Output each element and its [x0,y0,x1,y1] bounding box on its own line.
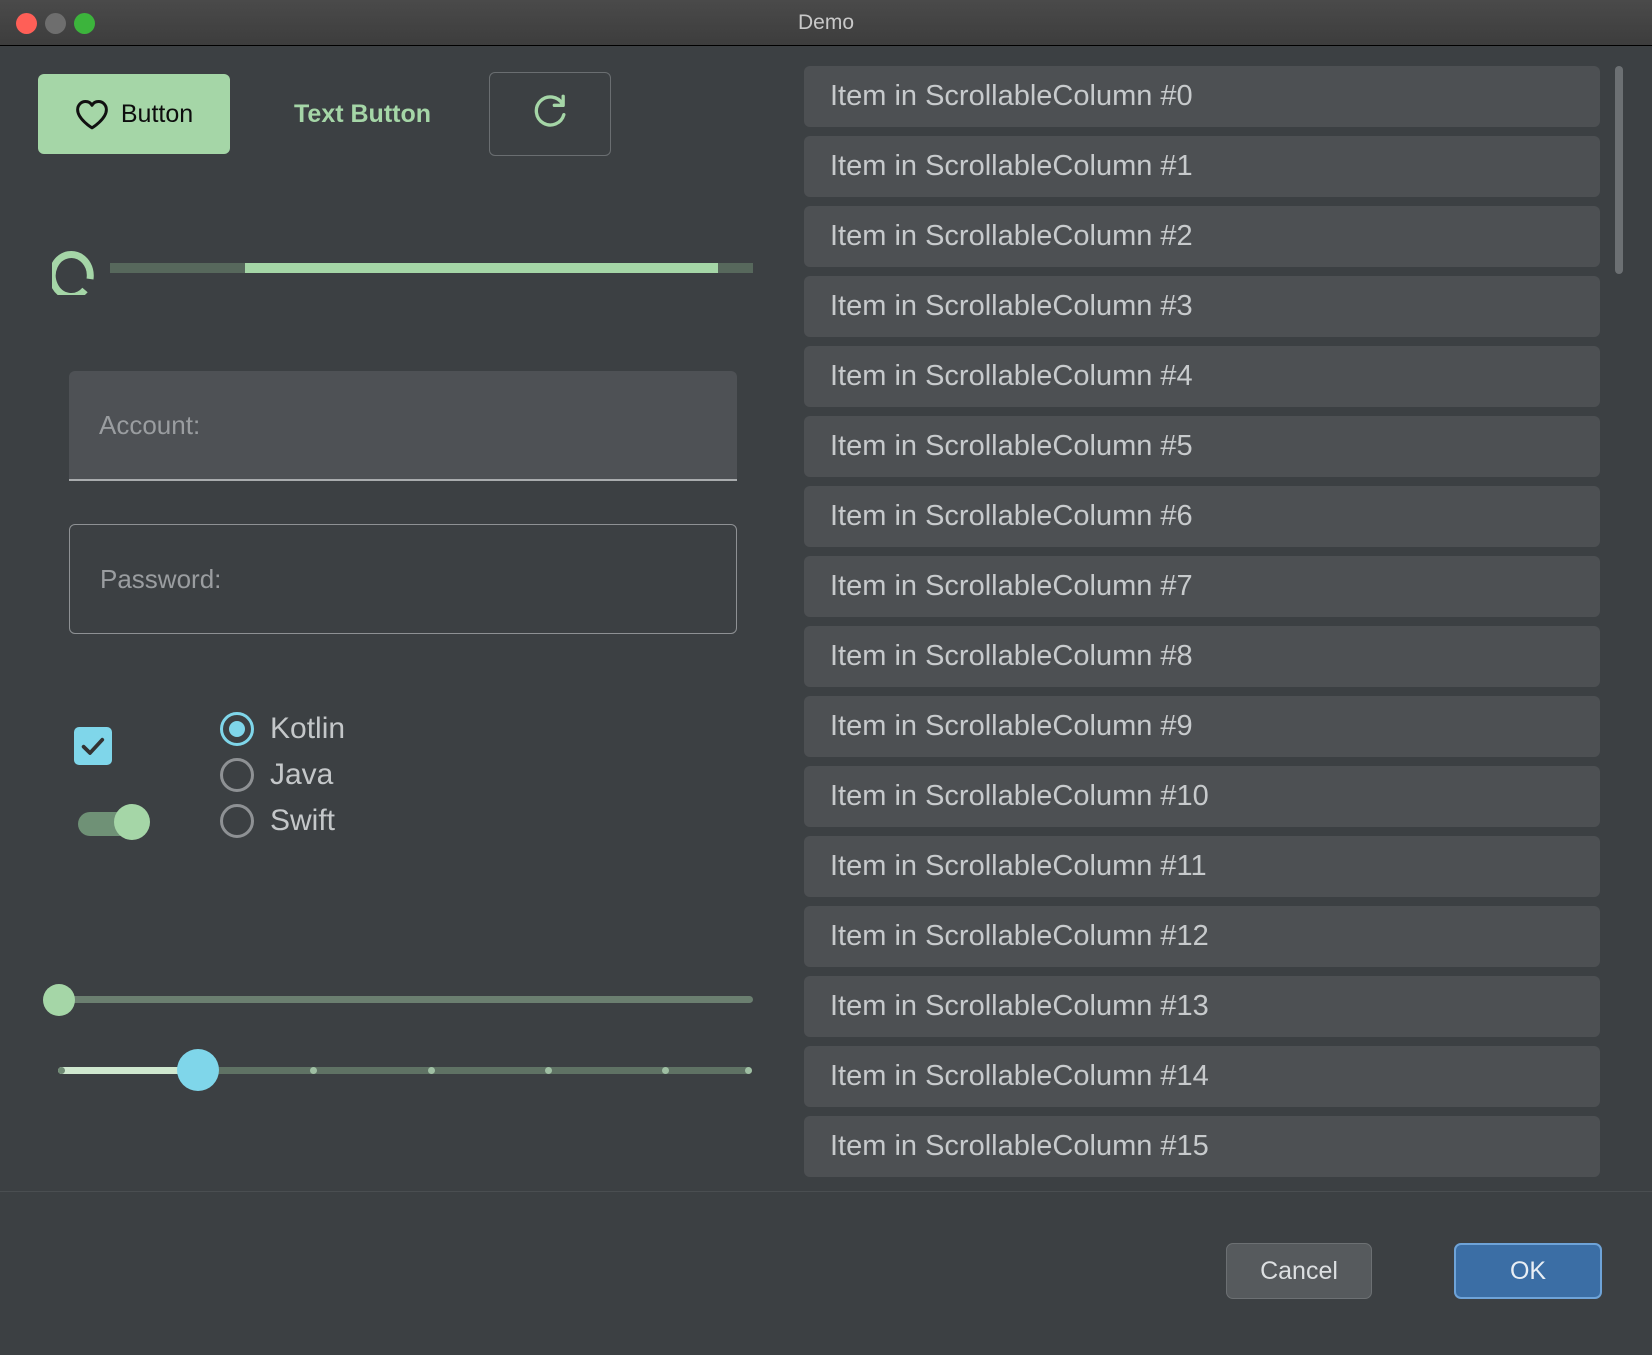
account-input[interactable] [69,371,737,481]
radio-swift-indicator [220,804,254,838]
continuous-slider-thumb[interactable] [43,984,75,1016]
list-item[interactable]: Item in ScrollableColumn #7 [804,556,1600,617]
toolbar-row: Button Text Button [38,72,611,156]
radio-kotlin-label: Kotlin [270,712,345,746]
list-item[interactable]: Item in ScrollableColumn #5 [804,416,1600,477]
radio-option-java[interactable]: Java [220,752,345,798]
radio-swift-label: Swift [270,804,335,838]
heart-button[interactable]: Button [38,74,230,154]
checkbox-toggle[interactable] [74,727,112,765]
list-item[interactable]: Item in ScrollableColumn #2 [804,206,1600,267]
stepped-slider-tick [745,1067,752,1074]
switch-thumb [114,804,150,840]
scroll-list: Item in ScrollableColumn #0 Item in Scro… [790,66,1652,1186]
title-bar: Demo [0,0,1652,46]
dialog-footer: Cancel OK [0,1191,1652,1355]
radio-java-label: Java [270,758,333,792]
continuous-slider-track [56,996,753,1003]
list-item[interactable]: Item in ScrollableColumn #8 [804,626,1600,687]
left-pane: Button Text Button [0,46,790,1191]
window-title: Demo [0,0,1652,45]
stepped-slider-tick [428,1067,435,1074]
footer-divider [0,1191,1652,1192]
cancel-button[interactable]: Cancel [1226,1243,1372,1299]
radio-option-swift[interactable]: Swift [220,798,345,844]
stepped-slider[interactable] [40,1046,754,1094]
list-item[interactable]: Item in ScrollableColumn #0 [804,66,1600,127]
list-item[interactable]: Item in ScrollableColumn #6 [804,486,1600,547]
stepped-slider-thumb[interactable] [177,1049,219,1091]
continuous-slider[interactable] [40,976,754,1022]
language-radio-group: Kotlin Java Swift [220,706,345,844]
radio-java-indicator [220,758,254,792]
linear-progress-fill [245,263,718,273]
switch-toggle[interactable] [74,804,150,840]
list-item[interactable]: Item in ScrollableColumn #11 [804,836,1600,897]
refresh-icon [530,92,570,137]
stepped-slider-tick [58,1067,65,1074]
scrollable-column[interactable]: Item in ScrollableColumn #0 Item in Scro… [790,46,1652,1191]
circular-progress-indicator [52,243,102,300]
list-item[interactable]: Item in ScrollableColumn #13 [804,976,1600,1037]
list-item[interactable]: Item in ScrollableColumn #15 [804,1116,1600,1177]
stepped-slider-tick [310,1067,317,1074]
list-item[interactable]: Item in ScrollableColumn #3 [804,276,1600,337]
list-item[interactable]: Item in ScrollableColumn #1 [804,136,1600,197]
linear-progress-bar [110,263,753,273]
stepped-slider-tick [545,1067,552,1074]
list-item[interactable]: Item in ScrollableColumn #12 [804,906,1600,967]
list-item[interactable]: Item in ScrollableColumn #9 [804,696,1600,757]
text-button[interactable]: Text Button [276,88,449,141]
list-item[interactable]: Item in ScrollableColumn #4 [804,346,1600,407]
scrollbar-thumb[interactable] [1615,66,1623,274]
demo-window: Demo Button Text Button [0,0,1652,1355]
list-item[interactable]: Item in ScrollableColumn #10 [804,766,1600,827]
stepped-slider-tick [662,1067,669,1074]
refresh-button[interactable] [489,72,611,156]
heart-icon [75,99,109,130]
radio-option-kotlin[interactable]: Kotlin [220,706,345,752]
radio-kotlin-indicator [220,712,254,746]
heart-button-label: Button [121,100,193,129]
password-input[interactable] [69,524,737,634]
ok-button[interactable]: OK [1454,1243,1602,1299]
list-item[interactable]: Item in ScrollableColumn #14 [804,1046,1600,1107]
